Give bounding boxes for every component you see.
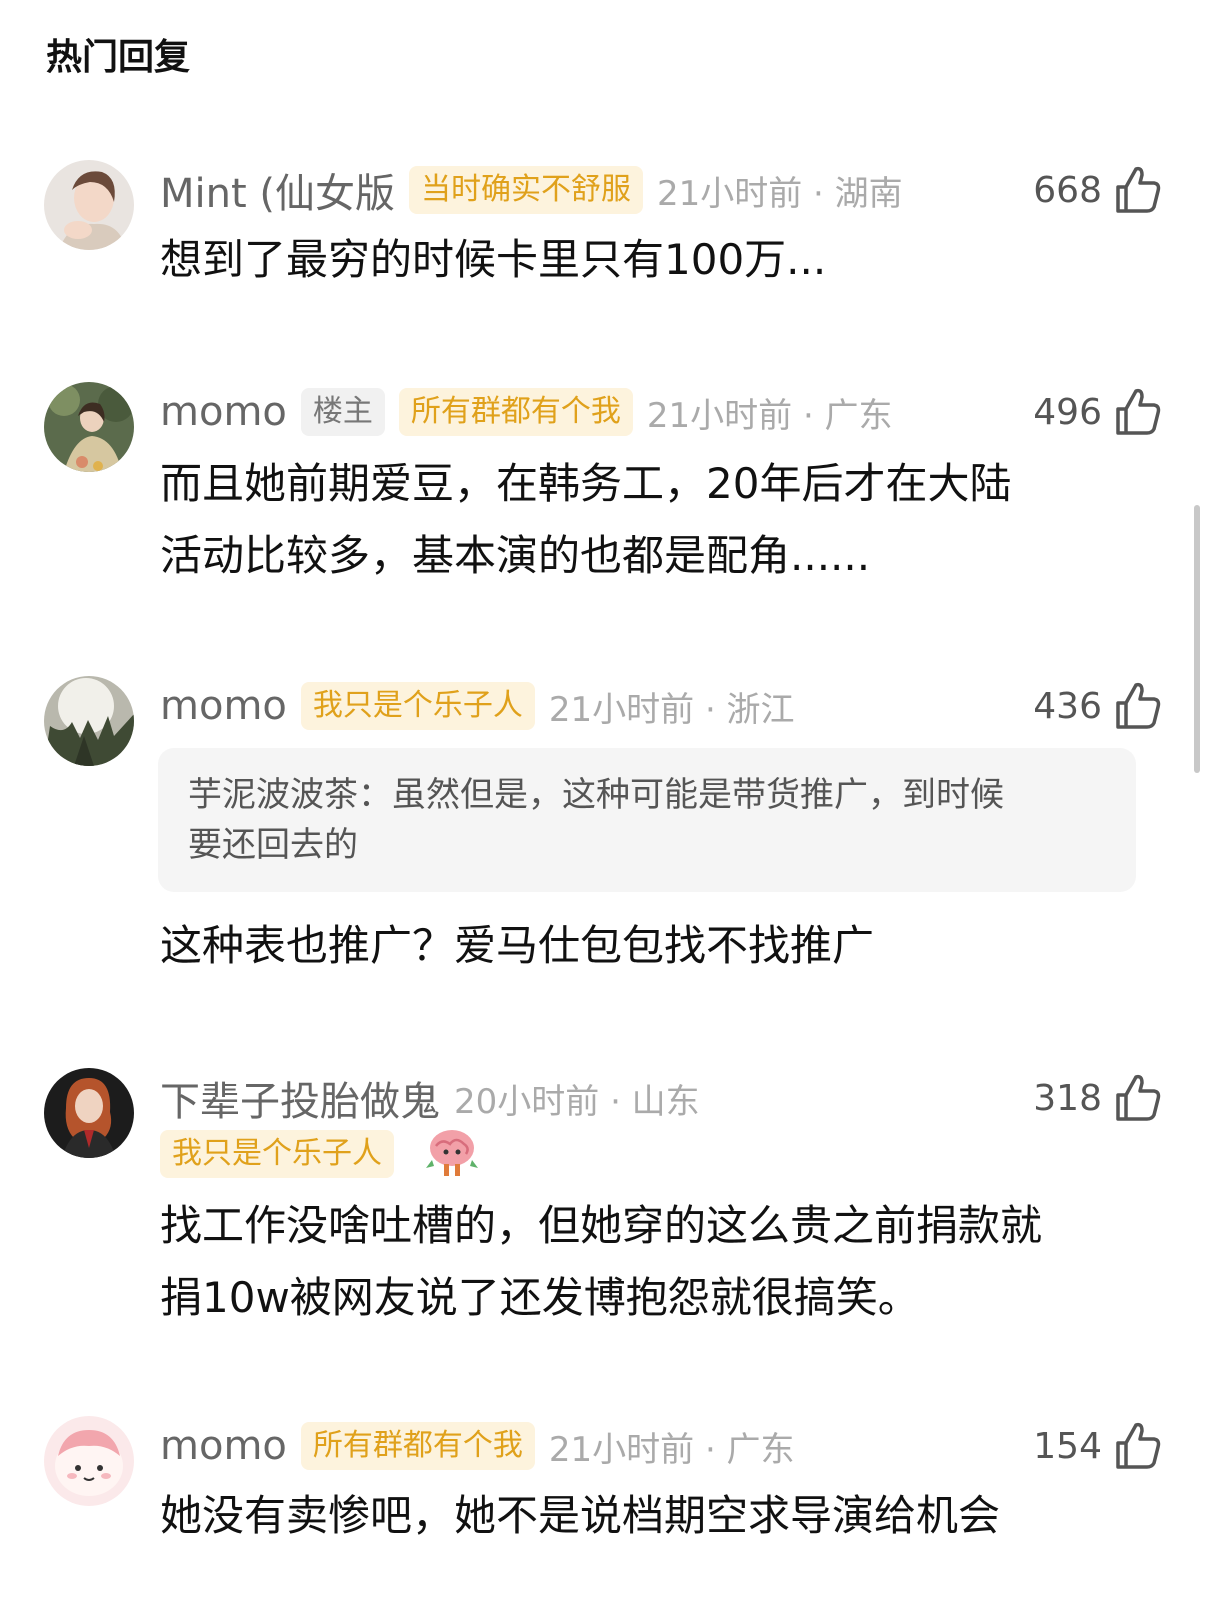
user-tag[interactable]: 所有群都有个我 [300, 1422, 535, 1470]
comment-meta: momo 我只是个乐子人 21小时前 · 浙江 [160, 676, 795, 736]
comment-page: 热门回复 Mint (仙女版 当时确实不舒服 21小时前 · 湖南 668 想到… [0, 0, 1206, 1608]
user-tag[interactable]: 我只是个乐子人 [300, 682, 535, 730]
author-tag: 楼主 [300, 388, 385, 436]
like-button[interactable]: 318 [1033, 1068, 1162, 1128]
comment-meta: Mint (仙女版 当时确实不舒服 21小时前 · 湖南 [160, 160, 903, 220]
user-tag[interactable]: 当时确实不舒服 [408, 166, 643, 214]
avatar[interactable] [44, 160, 134, 250]
timestamp-location: 21小时前 · 湖南 [656, 173, 903, 214]
timestamp-location: 21小时前 · 广东 [548, 1429, 795, 1470]
section-title: 热门回复 [46, 37, 191, 78]
like-button[interactable]: 668 [1033, 160, 1162, 220]
thumbs-up-icon [1114, 1073, 1162, 1123]
username[interactable]: momo [160, 1423, 287, 1469]
avatar[interactable] [44, 382, 134, 472]
comment-body: 想到了最穷的时候卡里只有100万... [160, 235, 827, 284]
thumbs-up-icon [1114, 387, 1162, 437]
comment-body-line: 而且她前期爱豆，在韩务工，20年后才在大陆 [160, 459, 1012, 508]
comment-body-line: 捐10w被网友说了还发博抱怨就很搞笑。 [160, 1273, 920, 1322]
quoted-reply[interactable]: 芋泥波波茶：虽然但是，这种可能是带货推广，到时候 要还回去的 [158, 748, 1136, 892]
like-button[interactable]: 496 [1033, 382, 1162, 442]
comment-body-line: 找工作没啥吐槽的，但她穿的这么贵之前捐款就 [160, 1201, 1043, 1250]
comment-body: 而且她前期爱豆，在韩务工，20年后才在大陆 活动比较多，基本演的也都是配角...… [160, 448, 1160, 592]
like-button[interactable]: 436 [1033, 676, 1162, 736]
comment-body: 这种表也推广？爱马仕包包找不找推广 [160, 921, 875, 970]
like-button[interactable]: 154 [1033, 1416, 1162, 1476]
comment-meta: momo 所有群都有个我 21小时前 · 广东 [160, 1416, 795, 1476]
timestamp-location: 21小时前 · 浙江 [548, 689, 795, 730]
avatar[interactable] [44, 676, 134, 766]
thumbs-up-icon [1114, 1421, 1162, 1471]
username[interactable]: momo [160, 683, 287, 729]
quoted-reply-line: 要还回去的 [188, 825, 358, 865]
avatar[interactable] [44, 1416, 134, 1506]
comment-meta: 下辈子投胎做鬼 20小时前 · 山东 [160, 1068, 700, 1128]
tag-row: 我只是个乐子人 [160, 1126, 482, 1182]
timestamp-location: 21小时前 · 广东 [646, 395, 893, 436]
brain-sticker-icon [422, 1124, 482, 1184]
like-count: 154 [1033, 1425, 1102, 1467]
like-count: 668 [1033, 169, 1102, 211]
comment-body: 找工作没啥吐槽的，但她穿的这么贵之前捐款就 捐10w被网友说了还发博抱怨就很搞笑… [160, 1190, 1160, 1334]
like-count: 496 [1033, 391, 1102, 433]
comment-body-line: 活动比较多，基本演的也都是配角...... [160, 531, 871, 580]
avatar[interactable] [44, 1068, 134, 1158]
like-count: 436 [1033, 685, 1102, 727]
comment-meta: momo 楼主 所有群都有个我 21小时前 · 广东 [160, 382, 893, 442]
user-tag[interactable]: 所有群都有个我 [398, 388, 633, 436]
username[interactable]: 下辈子投胎做鬼 [160, 1069, 440, 1127]
quoted-reply-line: 芋泥波波茶：虽然但是，这种可能是带货推广，到时候 [188, 775, 1004, 815]
timestamp-location: 20小时前 · 山东 [454, 1081, 700, 1122]
like-count: 318 [1033, 1077, 1102, 1119]
thumbs-up-icon [1114, 681, 1162, 731]
username[interactable]: Mint (仙女版 [160, 161, 395, 219]
user-tag[interactable]: 我只是个乐子人 [160, 1130, 394, 1178]
username[interactable]: momo [160, 389, 287, 435]
comment-body: 她没有卖惨吧，她不是说档期空求导演给机会 [160, 1491, 1001, 1540]
thumbs-up-icon [1114, 165, 1162, 215]
scrollbar[interactable] [1194, 505, 1200, 773]
